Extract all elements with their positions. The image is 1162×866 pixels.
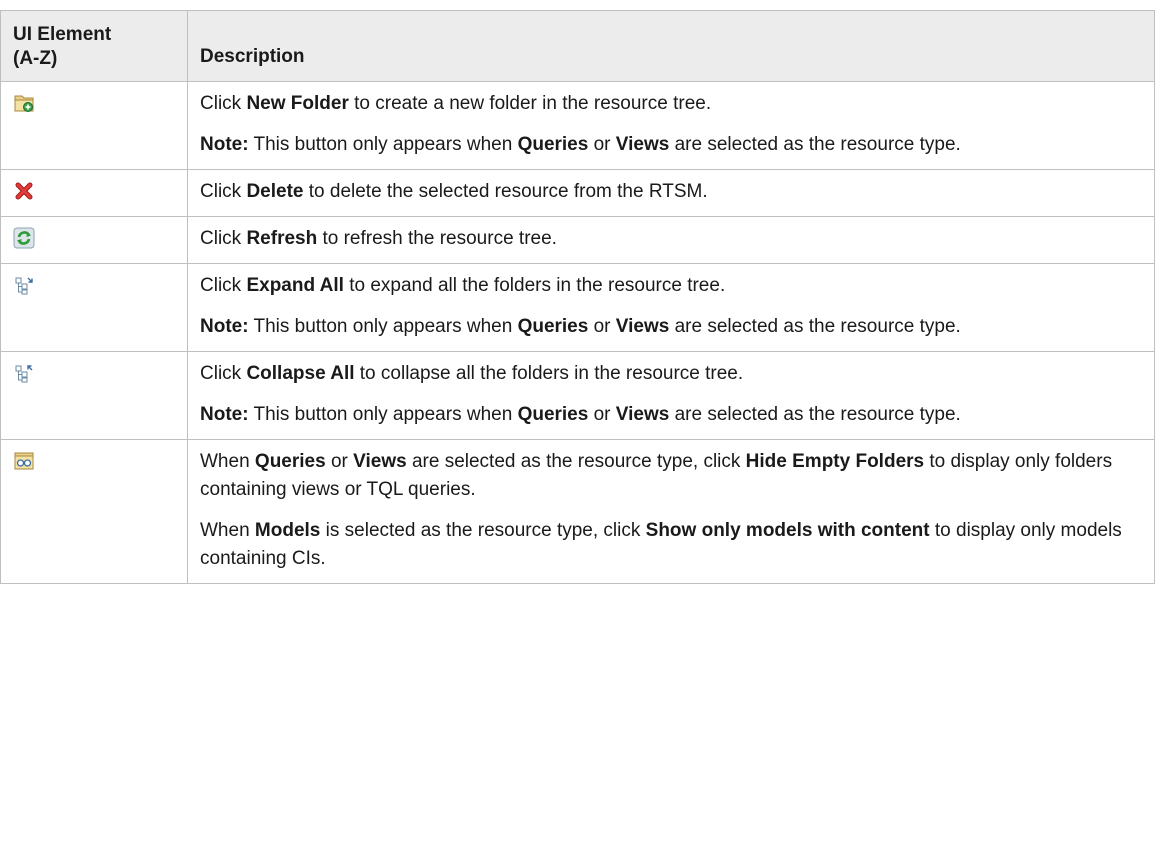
description-cell: Click Expand All to expand all the folde… bbox=[187, 263, 1155, 352]
text: to refresh the resource tree. bbox=[317, 228, 557, 249]
bold-text: New Folder bbox=[246, 93, 349, 114]
text: or bbox=[588, 134, 616, 155]
text: to expand all the folders in the resourc… bbox=[343, 275, 726, 296]
table-header-row: UI Element (A-Z) Description bbox=[0, 10, 1155, 82]
text: When bbox=[200, 451, 255, 472]
ui-element-cell bbox=[0, 169, 188, 217]
delete-icon bbox=[13, 180, 35, 202]
description-cell: Click Refresh to refresh the resource tr… bbox=[187, 216, 1155, 264]
text: are selected as the resource type. bbox=[669, 134, 961, 155]
table-row: Click Delete to delete the selected reso… bbox=[0, 169, 1155, 217]
description-paragraph: When Models is selected as the resource … bbox=[200, 517, 1142, 573]
description-paragraph: Note: This button only appears when Quer… bbox=[200, 131, 1142, 159]
description-cell: Click Delete to delete the selected reso… bbox=[187, 169, 1155, 217]
text: is selected as the resource type, click bbox=[320, 520, 646, 541]
table-row: Click New Folder to create a new folder … bbox=[0, 81, 1155, 170]
header-ui-element: UI Element (A-Z) bbox=[0, 10, 188, 82]
ui-element-cell bbox=[0, 351, 188, 440]
table-row: When Queries or Views are selected as th… bbox=[0, 439, 1155, 584]
description-cell: When Queries or Views are selected as th… bbox=[187, 439, 1155, 584]
ui-element-cell bbox=[0, 81, 188, 170]
bold-text: Note: bbox=[200, 316, 249, 337]
text: Click bbox=[200, 181, 247, 202]
ui-element-cell bbox=[0, 263, 188, 352]
bold-text: Views bbox=[353, 451, 407, 472]
bold-text: Hide Empty Folders bbox=[745, 451, 925, 472]
bold-text: Views bbox=[615, 134, 670, 155]
text: This button only appears when bbox=[248, 316, 518, 337]
ui-elements-table: UI Element (A-Z) Description Click New F… bbox=[0, 10, 1155, 584]
bold-text: Queries bbox=[517, 134, 589, 155]
ui-element-cell bbox=[0, 439, 188, 584]
bold-text: Collapse All bbox=[246, 363, 355, 384]
table-row: Click Refresh to refresh the resource tr… bbox=[0, 216, 1155, 264]
description-paragraph: Click Delete to delete the selected reso… bbox=[200, 178, 1142, 206]
header-description: Description bbox=[187, 10, 1155, 82]
text: Click bbox=[200, 228, 247, 249]
text: Click bbox=[200, 363, 247, 384]
description-paragraph: When Queries or Views are selected as th… bbox=[200, 448, 1142, 504]
description-paragraph: Click New Folder to create a new folder … bbox=[200, 90, 1142, 118]
bold-text: Show only models with content bbox=[645, 520, 930, 541]
text: This button only appears when bbox=[248, 404, 518, 425]
ui-element-cell bbox=[0, 216, 188, 264]
bold-text: Views bbox=[615, 316, 670, 337]
bold-text: Models bbox=[254, 520, 321, 541]
text: to collapse all the folders in the resou… bbox=[354, 363, 744, 384]
bold-text: Views bbox=[615, 404, 670, 425]
expand-all-icon bbox=[13, 274, 35, 296]
text: are selected as the resource type. bbox=[669, 404, 961, 425]
description-paragraph: Note: This button only appears when Quer… bbox=[200, 401, 1142, 429]
new-folder-icon bbox=[13, 92, 35, 114]
text: or bbox=[588, 404, 616, 425]
collapse-all-icon bbox=[13, 362, 35, 384]
header-ui-element-line1: UI Element bbox=[13, 24, 112, 45]
bold-text: Delete bbox=[246, 181, 304, 202]
text: Click bbox=[200, 275, 247, 296]
bold-text: Note: bbox=[200, 404, 249, 425]
text: or bbox=[588, 316, 616, 337]
text: to create a new folder in the resource t… bbox=[348, 93, 712, 114]
bold-text: Note: bbox=[200, 134, 249, 155]
text: Click bbox=[200, 93, 247, 114]
description-paragraph: Click Refresh to refresh the resource tr… bbox=[200, 225, 1142, 253]
hide-empty-folders-icon bbox=[13, 450, 35, 472]
description-paragraph: Click Expand All to expand all the folde… bbox=[200, 272, 1142, 300]
bold-text: Queries bbox=[517, 316, 589, 337]
table-row: Click Collapse All to collapse all the f… bbox=[0, 351, 1155, 440]
description-paragraph: Note: This button only appears when Quer… bbox=[200, 313, 1142, 341]
description-cell: Click New Folder to create a new folder … bbox=[187, 81, 1155, 170]
refresh-icon bbox=[13, 227, 35, 249]
description-cell: Click Collapse All to collapse all the f… bbox=[187, 351, 1155, 440]
text: This button only appears when bbox=[248, 134, 518, 155]
text: are selected as the resource type. bbox=[669, 316, 961, 337]
header-ui-element-line2: (A-Z) bbox=[13, 48, 58, 69]
bold-text: Queries bbox=[254, 451, 326, 472]
bold-text: Queries bbox=[517, 404, 589, 425]
text: are selected as the resource type, click bbox=[406, 451, 746, 472]
description-paragraph: Click Collapse All to collapse all the f… bbox=[200, 360, 1142, 388]
text: When bbox=[200, 520, 255, 541]
bold-text: Expand All bbox=[246, 275, 344, 296]
text: to delete the selected resource from the… bbox=[303, 181, 708, 202]
text: or bbox=[325, 451, 354, 472]
bold-text: Refresh bbox=[246, 228, 318, 249]
table-row: Click Expand All to expand all the folde… bbox=[0, 263, 1155, 352]
